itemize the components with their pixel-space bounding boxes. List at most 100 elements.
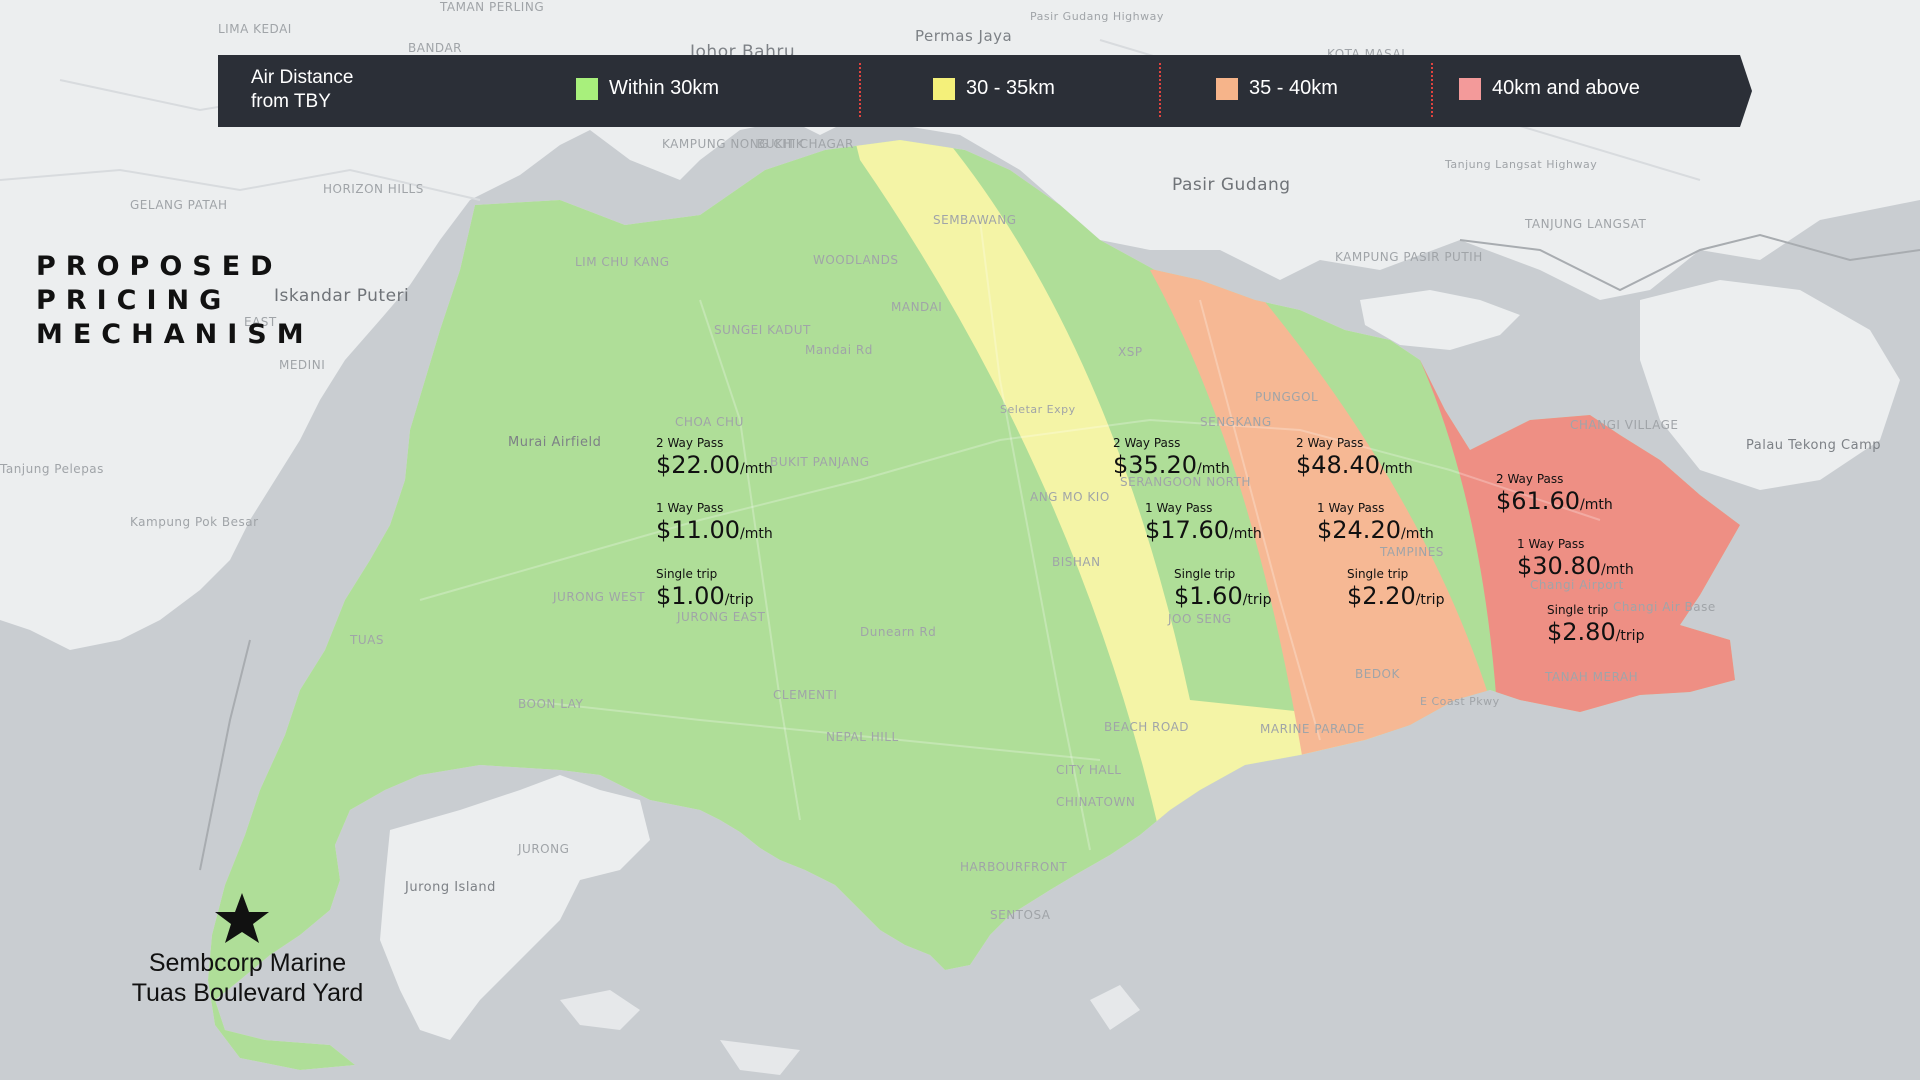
legend-item-35-40km: 35 - 40km [1216,77,1338,100]
legend-item-within-30km: Within 30km [576,77,719,100]
price-block: 1 Way Pass $17.60/mth [1145,501,1262,544]
legend-divider [1159,63,1161,117]
place-label: BANDAR [408,41,462,55]
place-label: BUKIT PANJANG [770,455,870,469]
pass-price: $61.60 [1496,487,1580,515]
place-label: Pasir Gudang Highway [1030,10,1164,23]
pass-unit: /mth [739,526,773,542]
legend-bar: Air Distance from TBY Within 30km 30 - 3… [218,55,1752,127]
legend-title-line1: Air Distance [251,67,354,88]
place-label: Mandai Rd [805,343,873,357]
legend-label: 30 - 35km [966,77,1055,99]
place-label: HORIZON HILLS [323,182,424,196]
pass-price-line: $22.00/mth [656,451,773,479]
pass-unit: /trip [1615,628,1645,644]
page-title: PROPOSED PRICING MECHANISM [36,250,314,352]
pass-label: Single trip [656,567,718,581]
place-label: TANJUNG LANGSAT [1525,217,1647,231]
legend-label: 35 - 40km [1249,77,1338,99]
pass-unit: /mth [1196,461,1230,477]
legend-label: 40km and above [1492,77,1640,99]
pass-price-line: $17.60/mth [1145,516,1262,544]
pass-unit: /trip [724,592,754,608]
pass-price: $1.60 [1174,582,1243,610]
place-label: HARBOURFRONT [960,860,1068,874]
swatch-red [1459,77,1481,100]
pass-unit: /trip [1242,592,1272,608]
place-label: TANAH MERAH [1545,670,1639,684]
place-label: ANG MO KIO [1030,490,1110,504]
pass-unit: /mth [1600,562,1634,578]
legend-title-line2: from TBY [251,91,331,112]
place-label: MEDINI [279,358,326,372]
pass-price: $2.80 [1547,618,1616,646]
place-label: Palau Tekong Camp [1746,438,1882,453]
pass-price: $22.00 [656,451,740,479]
pass-price: $2.20 [1347,582,1416,610]
pass-label: 1 Way Pass [656,501,724,515]
pass-label: 2 Way Pass [1496,472,1564,486]
place-label: CITY HALL [1056,763,1122,777]
pass-price-line: $1.60/trip [1174,582,1271,610]
pass-price: $1.00 [656,582,725,610]
place-label: CLEMENTI [773,688,838,702]
swatch-yellow [933,77,955,100]
place-label: MARINE PARADE [1260,722,1365,736]
pass-label: Single trip [1547,603,1609,617]
place-label: KAMPUNG PASIR PUTIH [1335,250,1483,264]
place-label: SENGKANG [1200,415,1272,429]
pass-price-line: $35.20/mth [1113,451,1230,479]
place-label: Murai Airfield [508,435,602,450]
yard-label-line2: Tuas Boulevard Yard [131,979,364,1007]
place-label: CHINATOWN [1056,795,1136,809]
place-label: GELANG PATAH [130,198,228,212]
place-label: SEMBAWANG [933,213,1017,227]
pass-label: Single trip [1174,567,1236,581]
place-label: TUAS [350,633,384,647]
place-label: JURONG [518,842,570,856]
price-block: 2 Way Pass $22.00/mth [656,436,773,479]
pass-unit: /mth [1228,526,1262,542]
place-label: Jurong Island [405,880,496,895]
price-block: 1 Way Pass $30.80/mth [1517,537,1634,580]
place-label: Permas Jaya [915,27,1013,45]
pass-price: $24.20 [1317,516,1401,544]
legend-label: Within 30km [609,77,720,99]
place-label: XSP [1118,345,1143,359]
pass-price: $11.00 [656,516,740,544]
price-block: 1 Way Pass $11.00/mth [656,501,773,544]
pass-label: 1 Way Pass [1517,537,1585,551]
place-label: TAMAN PERLING [440,0,545,14]
place-label: Dunearn Rd [860,625,937,639]
legend-divider [859,63,861,117]
pass-unit: /mth [1579,497,1613,513]
title-line: PRICING [36,285,232,316]
yard-label: Sembcorp Marine Tuas Boulevard Yard [100,948,395,1008]
place-label: SENTOSA [990,908,1051,922]
price-block: Single trip $1.60/trip [1174,567,1271,610]
price-block: 2 Way Pass $61.60/mth [1496,472,1613,515]
pass-label: Single trip [1347,567,1409,581]
place-label: WOODLANDS [813,253,899,267]
price-block: Single trip $2.80/trip [1547,603,1644,646]
pass-label: 1 Way Pass [1317,501,1385,515]
pass-price-line: $2.20/trip [1347,582,1444,610]
place-label: JURONG EAST [677,610,766,624]
yard-label-line1: Sembcorp Marine [148,949,347,977]
place-label: E Coast Pkwy [1420,695,1500,708]
place-label: Kampung Pok Besar [130,515,259,529]
place-label: Tanjung Langsat Highway [1445,158,1598,171]
price-block: 2 Way Pass $48.40/mth [1296,436,1413,479]
pass-unit: /mth [1400,526,1434,542]
pass-price-line: $48.40/mth [1296,451,1413,479]
swatch-orange [1216,77,1238,100]
place-label: JURONG WEST [553,590,646,604]
pass-label: 2 Way Pass [1113,436,1181,450]
pass-label: 1 Way Pass [1145,501,1213,515]
place-label: Changi Airport [1530,578,1624,592]
pass-price-line: $2.80/trip [1547,618,1644,646]
pass-price: $17.60 [1145,516,1229,544]
pass-price-line: $61.60/mth [1496,487,1613,515]
legend-divider [1431,63,1433,117]
swatch-green [576,77,598,100]
